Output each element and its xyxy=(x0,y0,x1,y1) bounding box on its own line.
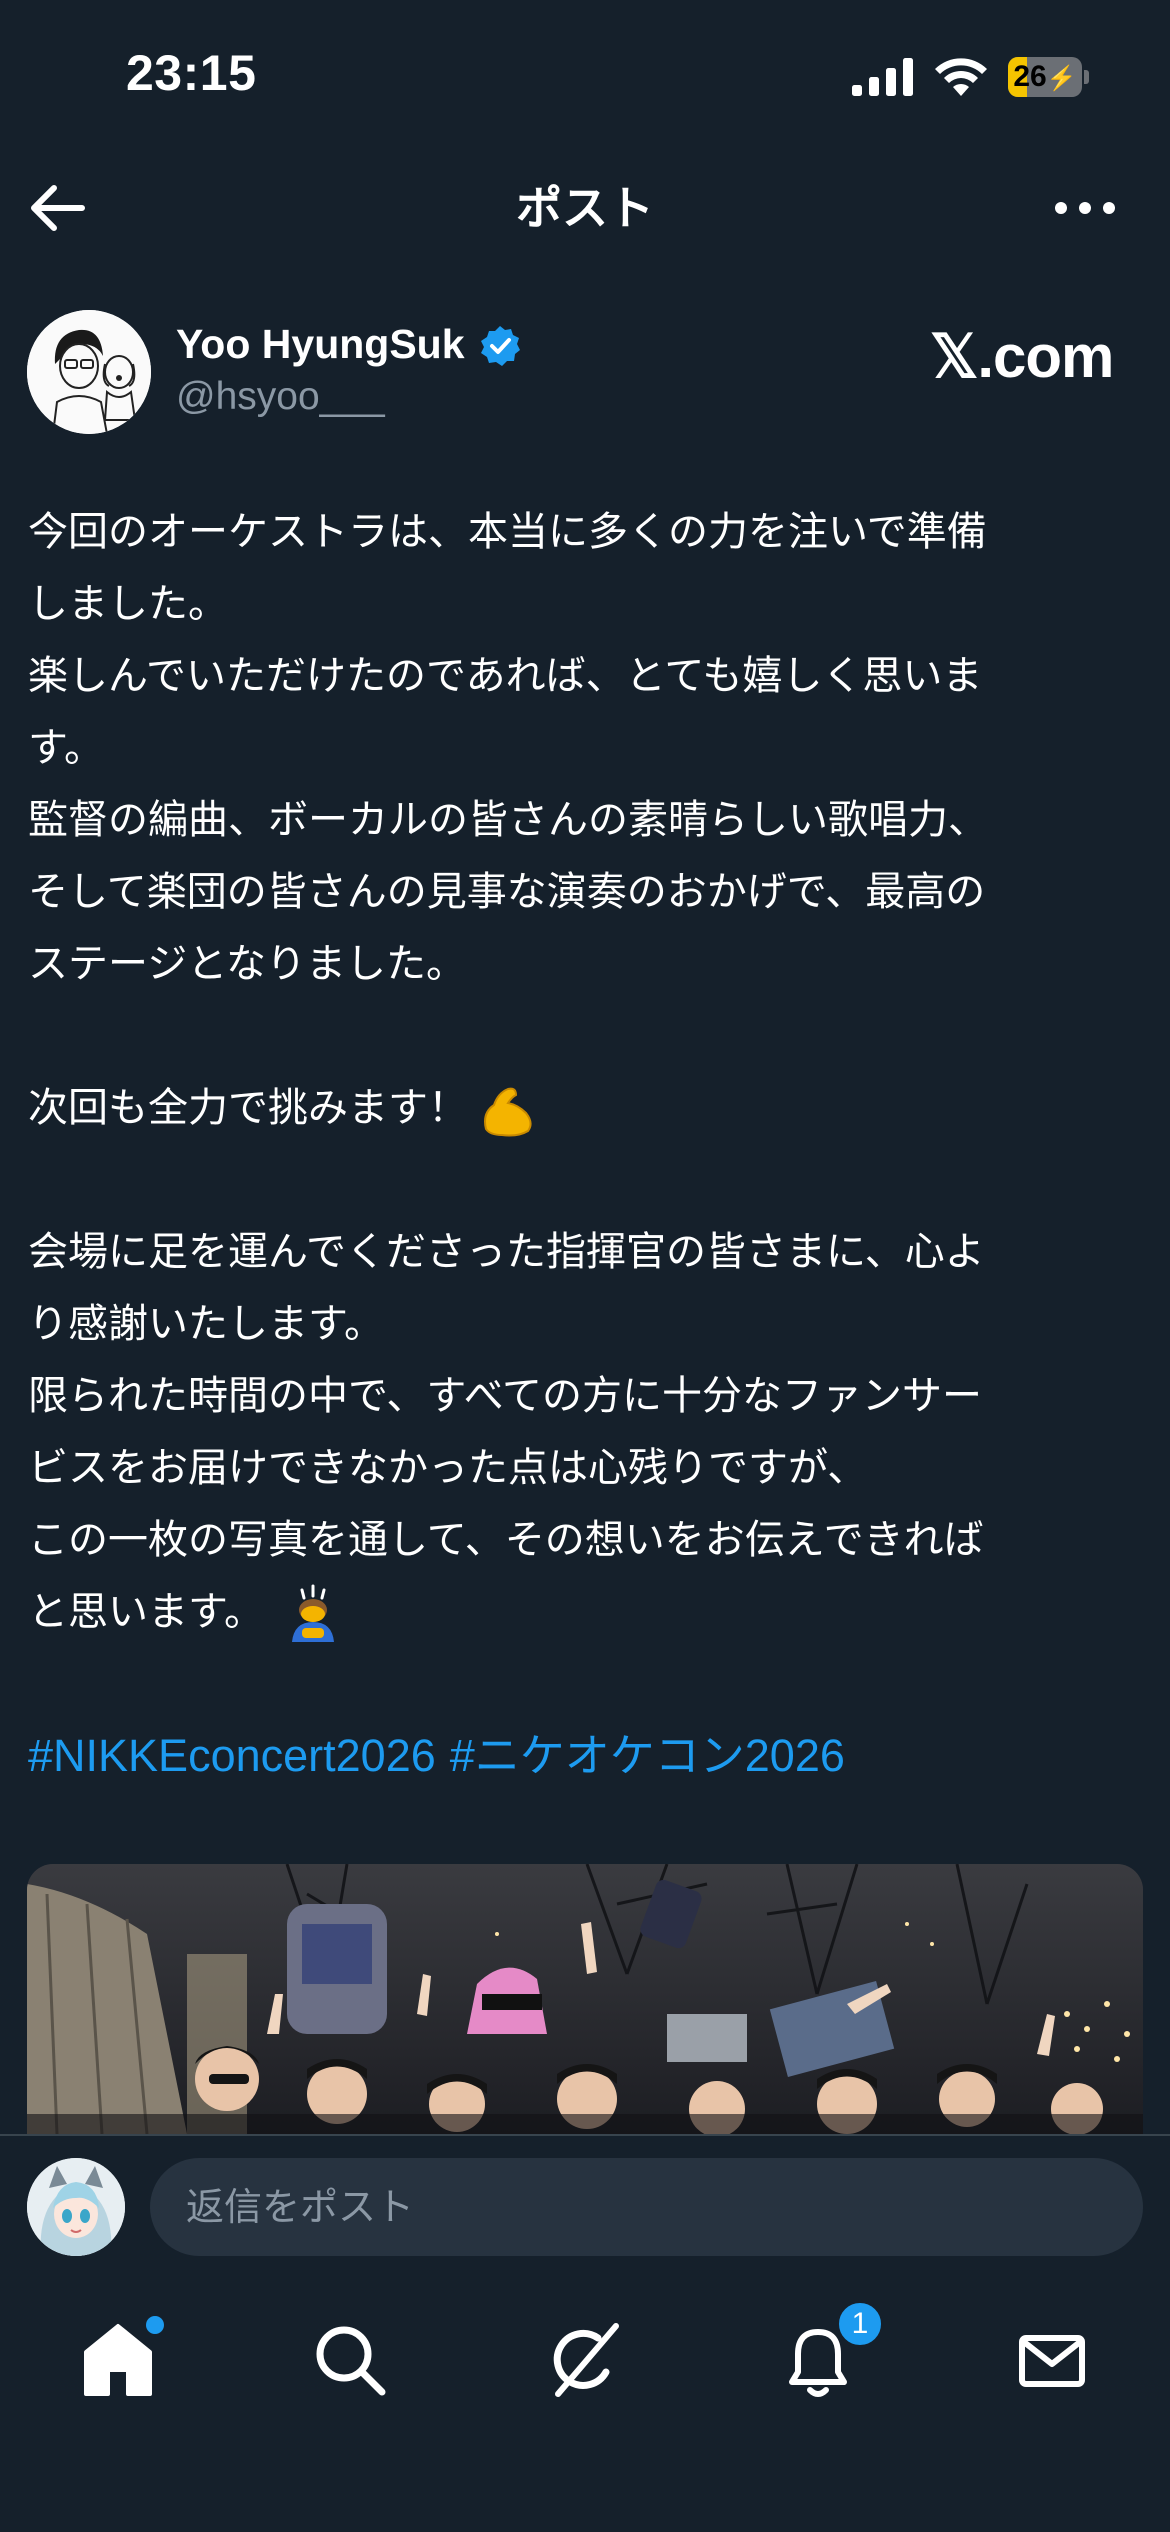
post-line-text: 次回も全力で挑みます！ xyxy=(28,1085,468,1131)
post-line: ステージとなりました。 xyxy=(28,941,466,987)
post-line: しました。 xyxy=(28,581,228,627)
tab-home[interactable] xyxy=(70,2312,166,2408)
wifi-icon xyxy=(935,58,987,96)
bottom-tab-bar: 1 xyxy=(0,2272,1170,2532)
post-line: と思います。 xyxy=(28,1576,1138,1648)
author-name[interactable]: Yoo HyungSuk xyxy=(176,318,465,370)
reply-composer xyxy=(0,2134,1170,2270)
post-line: ビスをお届けできなかった点は心残りですが、 xyxy=(28,1445,868,1491)
search-icon xyxy=(316,2326,386,2396)
status-time: 23:15 xyxy=(126,45,257,101)
top-navigation: ポスト xyxy=(0,150,1170,265)
flexed-biceps-emoji-icon xyxy=(484,1087,532,1137)
battery-indicator: 26⚡ xyxy=(1008,57,1090,97)
author-handle[interactable]: @hsyoo___ xyxy=(176,372,385,422)
hashtag-link[interactable]: #ニケオケコン2026 xyxy=(450,1730,845,1781)
battery-percent: 26⚡ xyxy=(1013,60,1077,93)
post-line: 次回も全力で挑みます！ xyxy=(28,1072,1138,1144)
status-bar: 23:15 26⚡ xyxy=(0,0,1170,150)
post-photo[interactable] xyxy=(27,1864,1143,2134)
verified-badge-icon xyxy=(481,326,520,366)
home-unread-dot xyxy=(146,2316,164,2334)
x-com-watermark: 𝕏.com xyxy=(930,323,1114,390)
post-line: 限られた時間の中で、すべての方に十分なファンサー xyxy=(28,1373,982,1419)
more-horizontal-icon xyxy=(1055,202,1115,214)
tab-messages[interactable] xyxy=(1004,2312,1100,2408)
post-line: 今回のオーケストラは、本当に多くの力を注いで準備 xyxy=(28,509,987,555)
notification-count-badge: 1 xyxy=(836,2300,884,2348)
post-line: す。 xyxy=(28,725,104,771)
grok-icon xyxy=(553,2323,619,2397)
mail-icon xyxy=(1019,2335,1085,2387)
post-line-text: と思います。 xyxy=(28,1589,264,1635)
author-avatar-illustration xyxy=(27,310,151,434)
current-user-avatar-illustration xyxy=(27,2158,125,2256)
cellular-signal-icon xyxy=(852,58,913,96)
tab-notifications[interactable]: 1 xyxy=(770,2300,884,2408)
concert-crowd-photo xyxy=(27,1864,1143,2134)
post-line: り感謝いたします。 xyxy=(28,1301,384,1347)
author-avatar[interactable] xyxy=(27,310,151,434)
reply-input[interactable] xyxy=(150,2158,1143,2256)
post-line: 楽しんでいただけたのであれば、とても嬉しく思いま xyxy=(28,653,983,699)
hashtag-row: #NIKKEconcert2026 #ニケオケコン2026 xyxy=(28,1720,1138,1792)
more-options-button[interactable] xyxy=(1050,178,1126,238)
hashtag-link[interactable]: #NIKKEconcert2026 xyxy=(28,1730,436,1781)
tab-search[interactable] xyxy=(302,2312,398,2408)
post-text: 今回のオーケストラは、本当に多くの力を注いで準備 しました。 楽しんでいただけた… xyxy=(28,496,1138,1792)
post-line: 監督の編曲、ボーカルの皆さんの素晴らしい歌唱力、 xyxy=(28,797,988,843)
current-user-avatar[interactable] xyxy=(27,2158,125,2256)
tab-grok[interactable] xyxy=(536,2312,632,2408)
post-line: この一枚の写真を通して、その想いをお伝えできれば xyxy=(28,1517,984,1563)
person-bowing-emoji-icon xyxy=(292,1584,334,1642)
post-line: そして楽団の皆さんの見事な演奏のおかげで、最高の xyxy=(28,869,986,915)
page-title: ポスト xyxy=(516,181,654,235)
post-line: 会場に足を運んでくださった指揮官の皆さまに、心よ xyxy=(28,1229,985,1275)
post-detail-screen: 23:15 26⚡ ポスト Yoo HyungSuk @hsyoo___ 𝕏.c… xyxy=(0,0,1170,2532)
